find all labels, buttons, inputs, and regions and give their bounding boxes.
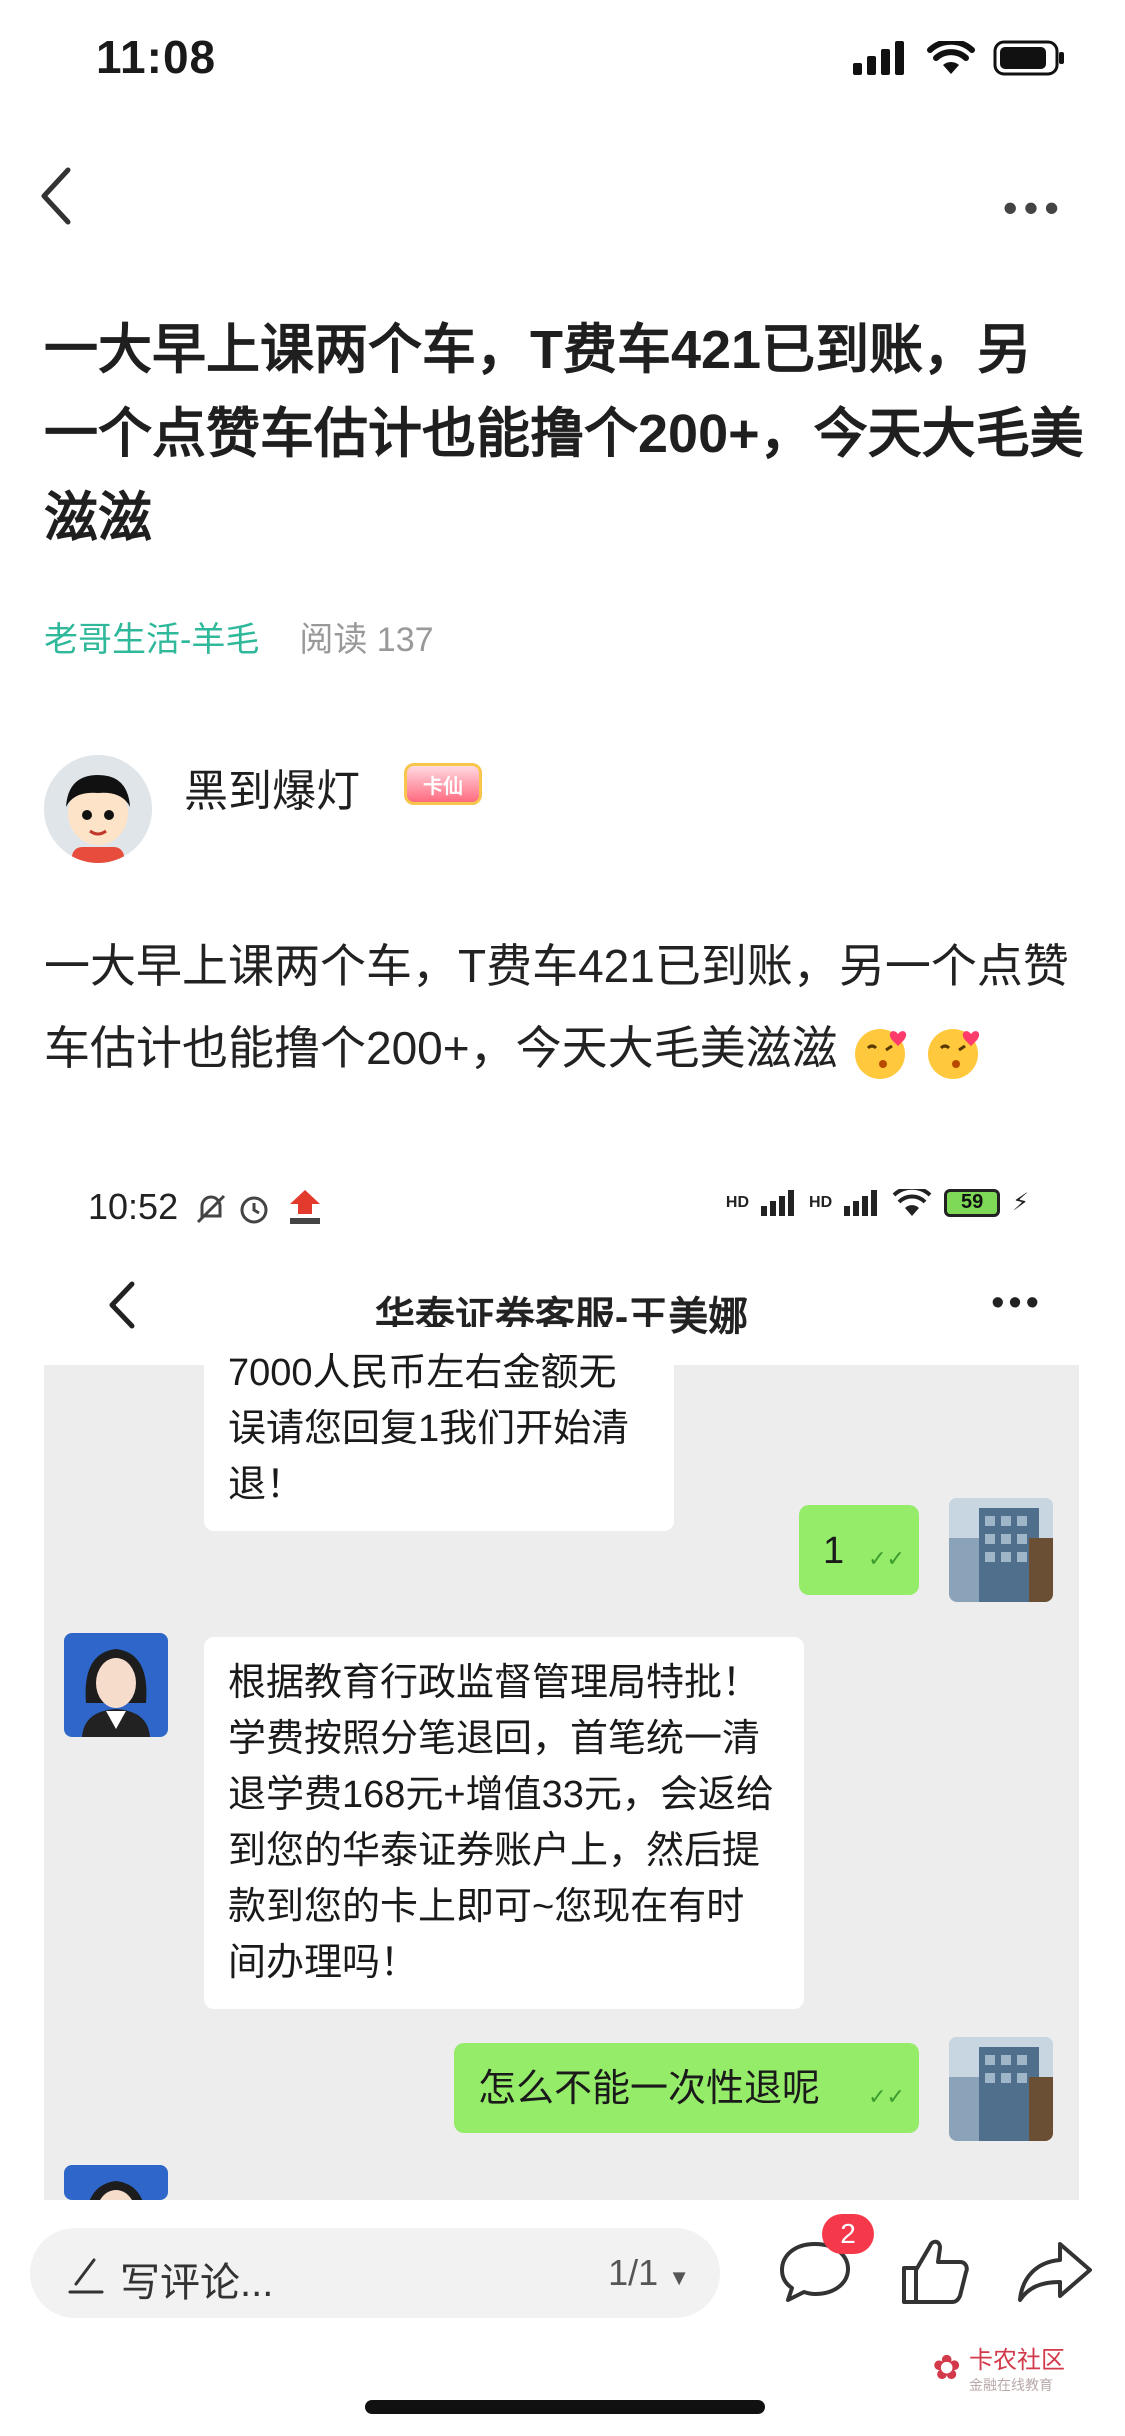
embedded-status-time: 10:52 bbox=[88, 1186, 179, 1227]
author-row: 黑到爆灯 卡仙 bbox=[44, 755, 1084, 865]
bottom-action-bar: 写评论... 1/1 ▼ 2 bbox=[0, 2214, 1125, 2340]
post-body: 一大早上课两个车，T费车421已到账，另一个点赞车估计也能撸个200+，今天大毛… bbox=[44, 925, 1094, 1089]
battery-icon bbox=[993, 40, 1064, 76]
page-selector[interactable]: 1/1 ▼ bbox=[608, 2252, 690, 2294]
status-icons bbox=[853, 40, 1065, 76]
cellular-signal-icon bbox=[761, 1189, 795, 1216]
battery-level: 59 bbox=[961, 1191, 984, 1213]
cellular-signal-icon bbox=[844, 1189, 878, 1216]
embedded-status-bar: 10:52 HD HD 59 ⚡ bbox=[44, 1170, 1079, 1250]
user-avatar[interactable] bbox=[949, 2037, 1053, 2141]
chat-area: 7000人民币左右金额无误请您回复1我们开始清退！ 1 ✓✓ 根据教育行政监督管… bbox=[44, 1327, 1079, 2200]
chat-message-user: 怎么不能一次性退呢 ✓✓ bbox=[454, 2043, 919, 2133]
watermark-name: 卡农社区 bbox=[969, 2347, 1065, 2374]
comment-placeholder: 写评论... bbox=[120, 2261, 274, 2305]
chat-message-agent: 根据教育行政监督管理局特批！学费按照分笔退回，首笔统一清退学费168元+增值33… bbox=[204, 1637, 804, 2009]
building-photo-icon bbox=[949, 1498, 1053, 1602]
channel-link[interactable]: 老哥生活-羊毛 bbox=[44, 612, 259, 661]
battery-indicator: 59 bbox=[944, 1188, 1001, 1217]
chat-message-user: 1 ✓✓ bbox=[799, 1505, 919, 1595]
wifi-icon bbox=[892, 1188, 932, 1216]
comment-count-badge: 2 bbox=[822, 2214, 874, 2254]
caret-down-icon: ▼ bbox=[668, 2265, 690, 2290]
home-indicator[interactable] bbox=[365, 2400, 765, 2414]
avatar[interactable] bbox=[44, 755, 152, 863]
embedded-screenshot[interactable]: 10:52 HD HD 59 ⚡ 华泰证券客服-王美娜 ••• 7000人民币左… bbox=[44, 1170, 1079, 2200]
chat-message-text: 根据教育行政监督管理局特批！学费按照分笔退回，首笔统一清退学费168元+增值33… bbox=[228, 1662, 774, 1984]
pen-icon bbox=[68, 2258, 104, 2294]
kissing-face-emoji-icon bbox=[928, 1028, 980, 1079]
post-title: 一大早上课两个车，T费车421已到账，另一个点赞车估计也能撸个200+，今天大毛… bbox=[44, 320, 1084, 548]
chat-message-text: 7000人民币左右金额无误请您回复1我们开始清退！ bbox=[228, 1352, 630, 1506]
building-photo-icon bbox=[949, 2037, 1053, 2141]
chat-message-text: 怎么不能一次性退呢 bbox=[478, 2068, 821, 2110]
signal-label-1: HD bbox=[725, 1193, 750, 1211]
alarm-icon bbox=[240, 1196, 268, 1224]
author-badge: 卡仙 bbox=[404, 763, 482, 805]
kanong-logo-icon: ✿ bbox=[932, 2348, 962, 2387]
cellular-signal-icon bbox=[853, 41, 904, 75]
user-avatar[interactable] bbox=[949, 1498, 1053, 1602]
embedded-status-icons: HD HD 59 ⚡ bbox=[726, 1188, 1029, 1217]
agent-portrait-icon bbox=[64, 1633, 168, 1737]
mute-bell-icon bbox=[196, 1194, 226, 1224]
read-check-icon: ✓✓ bbox=[868, 2084, 905, 2109]
post-meta: 老哥生活-羊毛 阅读 137 bbox=[44, 612, 434, 661]
status-time: 11:08 bbox=[96, 31, 217, 83]
agent-portrait-icon bbox=[64, 2165, 168, 2200]
signal-label-2: HD bbox=[809, 1193, 833, 1211]
wifi-icon bbox=[927, 41, 975, 74]
back-icon[interactable] bbox=[36, 164, 76, 228]
more-options-icon[interactable]: ••• bbox=[991, 1282, 1043, 1325]
chat-message-agent: 7000人民币左右金额无误请您回复1我们开始清退！ bbox=[204, 1327, 674, 1531]
charging-icon: ⚡ bbox=[1012, 1189, 1029, 1216]
watermark: ✿ 卡农社区 金融在线教育 bbox=[933, 2340, 1066, 2395]
cartoon-avatar-icon bbox=[44, 755, 152, 863]
chat-message-text: 1 bbox=[823, 1530, 845, 1572]
page-indicator-text: 1/1 bbox=[608, 2252, 659, 2293]
read-count: 阅读 137 bbox=[299, 612, 433, 661]
agent-avatar[interactable] bbox=[64, 2165, 168, 2200]
read-label: 阅读 bbox=[299, 621, 368, 659]
agent-avatar[interactable] bbox=[64, 1633, 168, 1737]
more-options-icon[interactable]: ••• bbox=[1003, 184, 1065, 232]
status-bar: 11:08 bbox=[0, 0, 1125, 120]
thumbs-up-icon[interactable] bbox=[890, 2226, 980, 2316]
post-body-text: 一大早上课两个车，T费车421已到账，另一个点赞车估计也能撸个200+，今天大毛… bbox=[44, 940, 1069, 1074]
comment-input[interactable]: 写评论... 1/1 ▼ bbox=[30, 2228, 720, 2318]
watermark-tagline: 金融在线教育 bbox=[969, 2377, 1053, 2393]
share-icon[interactable] bbox=[1010, 2226, 1100, 2316]
securities-app-icon bbox=[284, 1186, 326, 1228]
author-name[interactable]: 黑到爆灯 bbox=[184, 755, 360, 819]
read-value: 137 bbox=[376, 621, 434, 659]
watermark-text: 卡农社区 金融在线教育 bbox=[969, 2340, 1065, 2395]
nav-bar: ••• bbox=[0, 140, 1125, 250]
read-check-icon: ✓✓ bbox=[868, 1546, 905, 1571]
kissing-face-emoji-icon bbox=[855, 1028, 907, 1079]
